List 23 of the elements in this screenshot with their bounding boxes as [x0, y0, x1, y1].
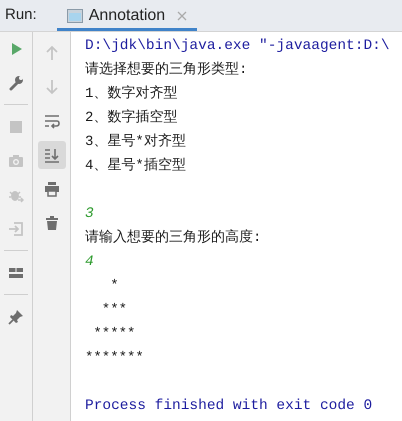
console-line: * *** ***** ******* [85, 277, 144, 368]
printer-icon[interactable] [44, 181, 60, 197]
soft-wrap-icon[interactable] [44, 113, 60, 129]
pin-icon[interactable] [8, 309, 24, 325]
run-label: Run: [4, 5, 38, 26]
console-line: 1、数字对齐型 [85, 84, 178, 104]
console-line: Process finished with exit code 0 [85, 397, 372, 416]
close-icon[interactable] [177, 10, 188, 20]
window-icon [66, 8, 83, 22]
console-line: 请输入想要的三角形的高度: [85, 228, 262, 248]
console-line: 4、星号*插空型 [85, 156, 186, 176]
trash-icon[interactable] [44, 215, 60, 231]
console-line: 2、数字插空型 [85, 108, 178, 128]
toggle-button[interactable] [38, 141, 66, 169]
scroll-to-end-icon[interactable] [44, 147, 60, 163]
layout-icon[interactable] [8, 265, 24, 281]
console-line: 3、星号*对齐型 [85, 132, 186, 152]
console-line: 请选择想要的三角形类型: [85, 60, 248, 80]
console-line: D:\jdk\bin\java.exe "-javaagent:D:\ [85, 37, 390, 56]
tab[interactable]: Annotation [56, 0, 198, 31]
user-input-line: 3 [85, 205, 94, 224]
wrench-icon[interactable] [8, 75, 24, 91]
user-input-line: 4 [85, 253, 94, 272]
